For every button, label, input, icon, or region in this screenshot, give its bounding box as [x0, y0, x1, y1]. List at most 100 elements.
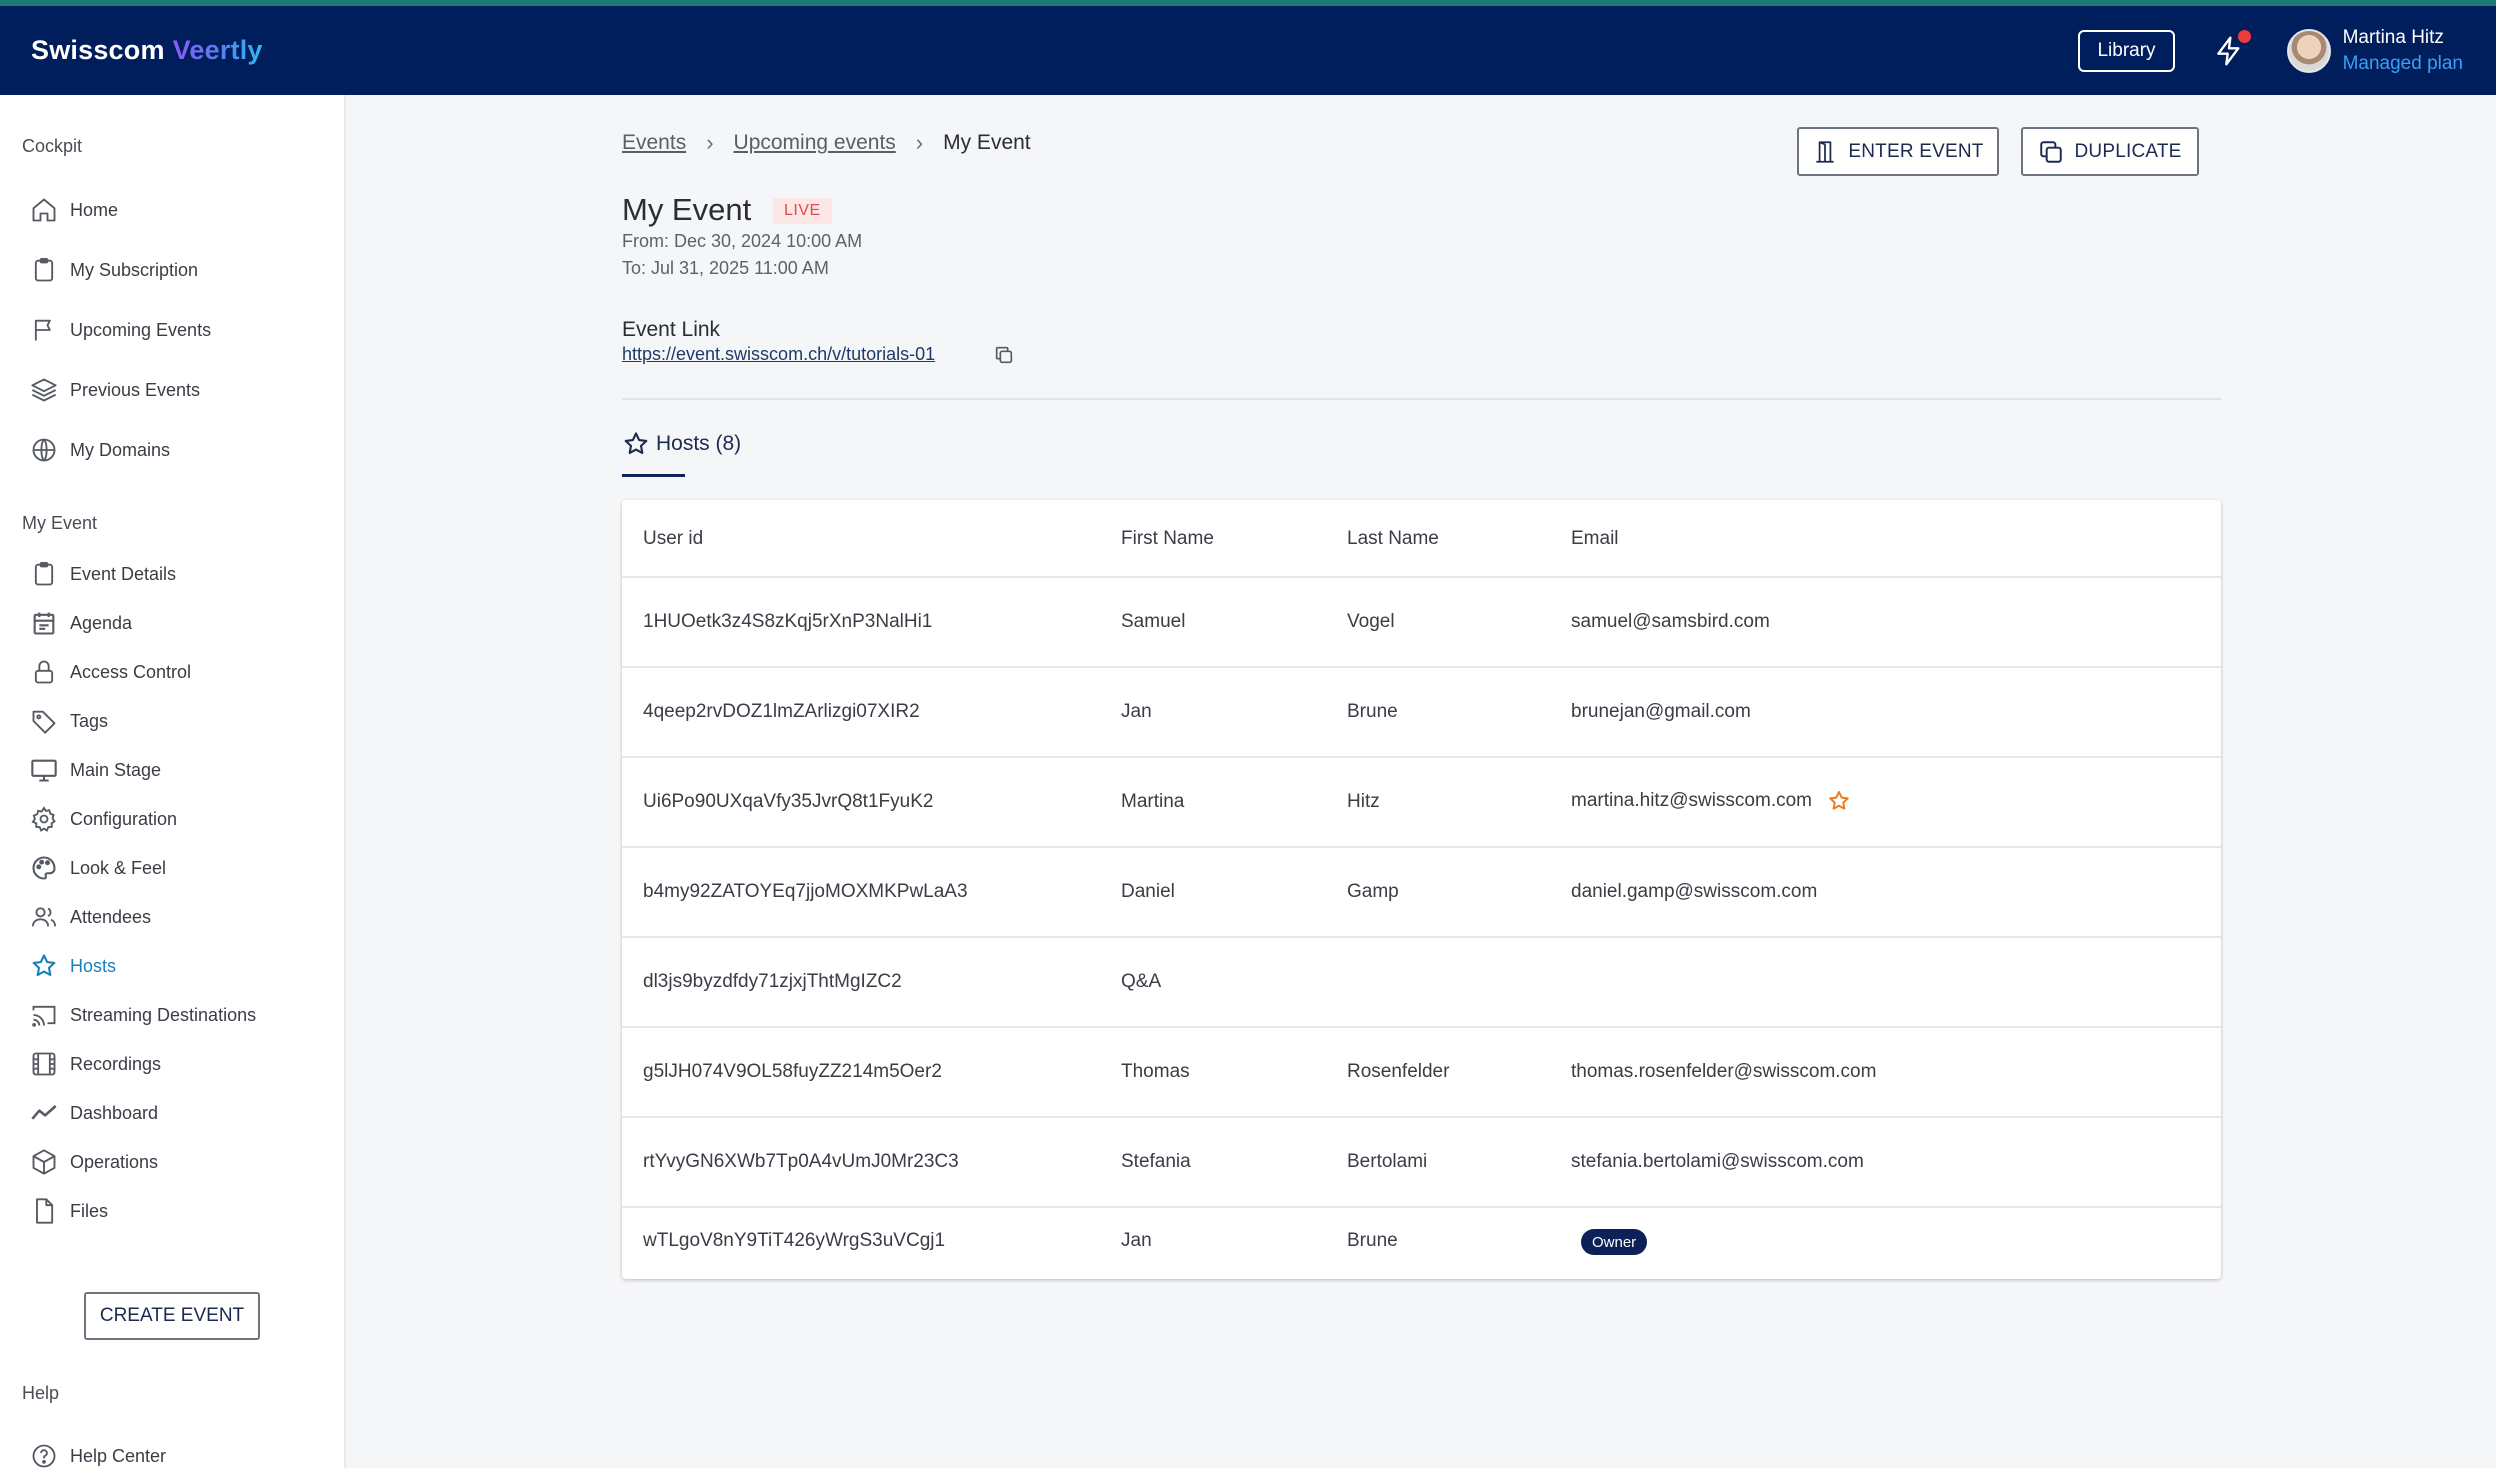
table-row[interactable]: g5lJH074V9OL58fuyZZ214m5Oer2 Thomas Rose… — [622, 1028, 2221, 1118]
create-event-button[interactable]: CREATE EVENT — [84, 1292, 260, 1340]
sidebar-item-my-subscription[interactable]: My Subscription — [30, 252, 330, 288]
cell-user-id: Ui6Po90UXqaVfy35JvrQ8t1FyuK2 — [643, 791, 934, 812]
sidebar-item-agenda[interactable]: Agenda — [30, 605, 330, 641]
event-link-label: Event Link — [622, 318, 721, 341]
globe-icon — [32, 438, 56, 462]
tab-active-indicator — [622, 474, 685, 477]
sidebar-item-configuration[interactable]: Configuration — [30, 801, 330, 837]
sidebar-section-help: Help — [22, 1383, 60, 1403]
library-button[interactable]: Library — [2078, 29, 2175, 72]
duplicate-icon — [2040, 140, 2063, 163]
sidebar-item-dashboard[interactable]: Dashboard — [30, 1095, 330, 1131]
palette-icon — [32, 856, 56, 880]
tab-hosts-label: Hosts (8) — [656, 432, 742, 455]
table-row[interactable]: 1HUOetk3z4S8zKqj5rXnP3NalHi1 Samuel Voge… — [622, 578, 2221, 668]
sidebar-item-my-domains[interactable]: My Domains — [30, 432, 330, 468]
app-logo[interactable]: Swisscom Veertly — [31, 35, 263, 66]
sidebar-item-operations[interactable]: Operations — [30, 1144, 330, 1180]
sidebar-item-home[interactable]: Home — [30, 192, 330, 228]
breadcrumb-upcoming-events[interactable]: Upcoming events — [734, 131, 896, 155]
sidebar-item-label: Dashboard — [70, 1102, 159, 1123]
lock-icon — [34, 660, 54, 684]
cell-user-id: 4qeep2rvDOZ1lmZArlizgi07XIR2 — [643, 701, 920, 722]
sidebar-item-upcoming-events[interactable]: Upcoming Events — [30, 312, 330, 348]
box-icon — [32, 1149, 56, 1175]
sidebar-item-look-feel[interactable]: Look & Feel — [30, 850, 330, 886]
cell-last-name: Rosenfelder — [1347, 1061, 1450, 1082]
cell-email: thomas.rosenfelder@swisscom.com — [1571, 1061, 1877, 1082]
sidebar-item-previous-events[interactable]: Previous Events — [30, 372, 330, 408]
sidebar-item-main-stage[interactable]: Main Stage — [30, 752, 330, 788]
table-row[interactable]: rtYvyGN6XWb7Tp0A4vUmJ0Mr23C3 Stefania Be… — [622, 1118, 2221, 1208]
cell-first-name: Daniel — [1121, 881, 1175, 902]
column-header-user-id[interactable]: User id — [643, 528, 703, 550]
table-row[interactable]: 4qeep2rvDOZ1lmZArlizgi07XIR2 Jan Brune b… — [622, 668, 2221, 758]
logo-primary: Swisscom — [31, 35, 165, 65]
sidebar-item-hosts[interactable]: Hosts — [30, 948, 330, 984]
cell-last-name: Hitz — [1347, 791, 1380, 812]
cell-user-id: wTLgoV8nY9TiT426yWrgS3uVCgj1 — [643, 1230, 946, 1251]
trend-icon — [31, 1105, 57, 1120]
sidebar-item-label: Previous Events — [70, 379, 201, 400]
sidebar: Cockpit Home My Subscription Upcoming Ev… — [0, 95, 346, 1468]
sidebar-item-label: My Subscription — [70, 259, 199, 280]
star-icon — [32, 954, 56, 977]
owner-badge: Owner — [1581, 1229, 1648, 1255]
user-name: Martina Hitz — [2342, 26, 2444, 48]
table-row[interactable]: Ui6Po90UXqaVfy35JvrQ8t1FyuK2 Martina Hit… — [622, 758, 2221, 848]
monitor-icon — [31, 759, 57, 782]
cell-first-name: Jan — [1121, 701, 1152, 722]
sidebar-item-label: Event Details — [70, 563, 177, 584]
status-badge: LIVE — [773, 198, 832, 224]
sidebar-item-streaming-destinations[interactable]: Streaming Destinations — [30, 997, 330, 1033]
event-start-date: From: Dec 30, 2024 10:00 AM — [622, 231, 863, 251]
sidebar-item-tags[interactable]: Tags — [30, 703, 330, 739]
chevron-right-icon: › — [915, 130, 924, 155]
cell-email: stefania.bertolami@swisscom.com — [1571, 1151, 1864, 1172]
column-header-email[interactable]: Email — [1571, 528, 1619, 550]
gear-icon — [31, 806, 56, 832]
top-bar-actions: Library Martina Hitz Managed plan — [2078, 6, 2496, 95]
cell-first-name: Martina — [1121, 791, 1185, 812]
clipboard-icon — [34, 561, 54, 586]
column-header-first-name[interactable]: First Name — [1121, 528, 1214, 550]
enter-event-button[interactable]: ENTER EVENT — [1797, 127, 1999, 176]
copy-icon[interactable] — [993, 344, 1015, 366]
sidebar-item-label: Attendees — [70, 906, 152, 927]
sidebar-item-files[interactable]: Files — [30, 1193, 330, 1229]
table-row[interactable]: dl3js9byzdfdy71zjxjThtMgIZC2 Q&A — [622, 938, 2221, 1028]
sidebar-item-help-center[interactable]: Help Center — [30, 1438, 330, 1468]
sidebar-item-attendees[interactable]: Attendees — [30, 899, 330, 935]
cell-first-name: Jan — [1121, 1230, 1152, 1251]
column-header-last-name[interactable]: Last Name — [1347, 528, 1439, 550]
cell-email: daniel.gamp@swisscom.com — [1571, 881, 1818, 902]
breadcrumb-events[interactable]: Events — [622, 131, 686, 155]
sidebar-item-recordings[interactable]: Recordings — [30, 1046, 330, 1082]
notification-dot — [2237, 29, 2251, 43]
duplicate-button[interactable]: DUPLICATE — [2021, 127, 2199, 176]
user-plan[interactable]: Managed plan — [2343, 53, 2463, 75]
table-header: User id First Name Last Name Email — [622, 500, 2221, 578]
cell-first-name: Stefania — [1121, 1151, 1191, 1172]
sidebar-item-access-control[interactable]: Access Control — [30, 654, 330, 690]
table-row[interactable]: b4my92ZATOYEq7jjoMOXMKPwLaA3 Daniel Gamp… — [622, 848, 2221, 938]
star-icon — [624, 432, 648, 455]
sidebar-section-my-event: My Event — [22, 513, 98, 533]
top-bar: Swisscom Veertly Library Martina Hitz Ma… — [0, 0, 2496, 95]
cell-email: brunejan@gmail.com — [1571, 701, 1751, 722]
avatar[interactable] — [2286, 28, 2331, 73]
cell-first-name: Q&A — [1121, 971, 1162, 992]
sidebar-item-label: Streaming Destinations — [70, 1004, 257, 1025]
chevron-right-icon: › — [706, 130, 714, 155]
sidebar-item-event-details[interactable]: Event Details — [30, 556, 330, 592]
hosts-table: User id First Name Last Name Email 1HUOe… — [622, 500, 2221, 1279]
sidebar-item-label: Configuration — [70, 808, 178, 829]
sidebar-item-label: Tags — [70, 710, 109, 731]
table-row[interactable]: wTLgoV8nY9TiT426yWrgS3uVCgj1 Jan Brune O… — [622, 1208, 2221, 1278]
enter-event-label: ENTER EVENT — [1848, 140, 1984, 162]
event-link[interactable]: https://event.swisscom.ch/v/tutorials-01 — [622, 344, 935, 365]
user-menu[interactable]: Martina Hitz Managed plan — [2343, 27, 2463, 75]
tab-hosts[interactable]: Hosts (8) — [622, 430, 741, 458]
section-divider — [622, 398, 2221, 400]
notifications-button[interactable] — [2209, 28, 2251, 74]
